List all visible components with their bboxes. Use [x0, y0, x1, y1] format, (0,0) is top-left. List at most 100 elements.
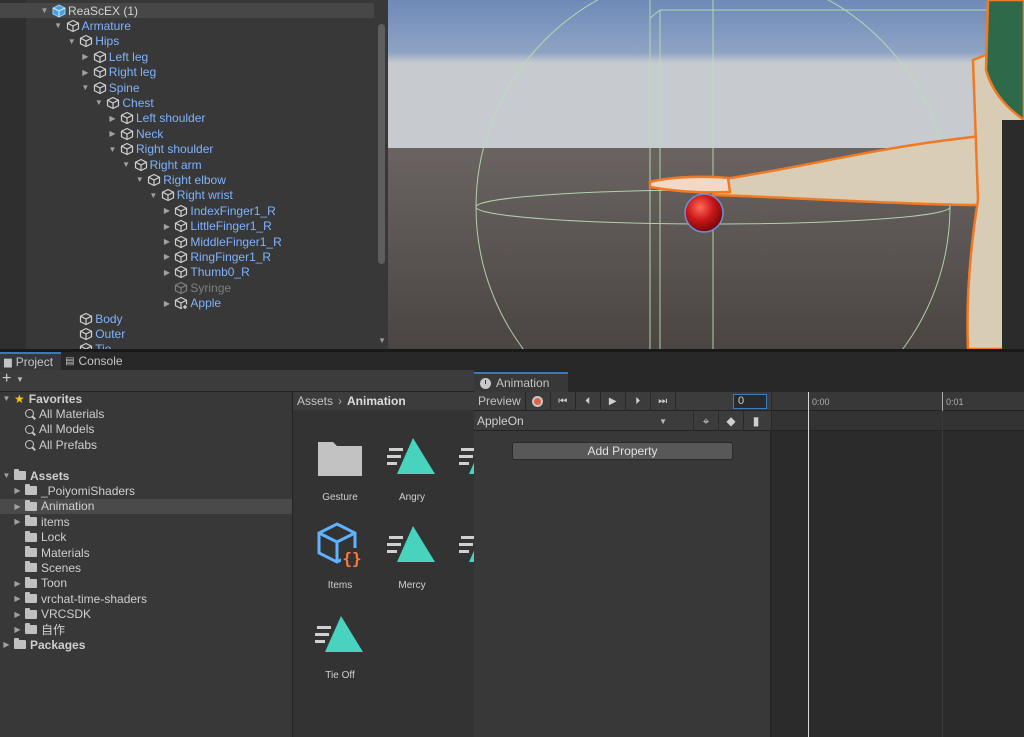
hierarchy-row[interactable]: Tie: [0, 342, 374, 349]
preview-toggle[interactable]: Preview: [474, 391, 526, 411]
tree-section[interactable]: ▶ Packages: [0, 637, 292, 652]
add-event-button[interactable]: ▮: [743, 411, 768, 431]
asset-tile[interactable]: Tie Off: [305, 610, 375, 681]
hierarchy-row[interactable]: ▶ MiddleFinger1_R: [0, 234, 374, 249]
hierarchy-row[interactable]: ▶ Apple: [0, 296, 374, 311]
tree-item[interactable]: ▶ Toon: [0, 576, 292, 591]
tree-item[interactable]: All Models: [0, 422, 292, 437]
tree-item[interactable]: Lock: [0, 530, 292, 545]
tab-project[interactable]: ▆ Project: [0, 352, 62, 370]
hierarchy-row[interactable]: ▶ Thumb0_R: [0, 265, 374, 280]
expand-arrow-closed-icon[interactable]: ▶: [162, 268, 171, 277]
tree-item[interactable]: Materials: [0, 545, 292, 560]
hierarchy-row[interactable]: ▼ Armature: [0, 18, 374, 33]
scroll-down-arrow-icon[interactable]: ▼: [378, 336, 386, 345]
hierarchy-row[interactable]: ▶ IndexFinger1_R: [0, 203, 374, 218]
frame-field[interactable]: 0: [733, 394, 767, 409]
add-keyframe-button[interactable]: ◆: [718, 411, 743, 431]
add-asset-button[interactable]: +: [2, 370, 11, 388]
hierarchy-row[interactable]: ▼ ReaScEX (1): [0, 3, 374, 18]
asset-tile[interactable]: Ou: [449, 520, 474, 591]
expand-arrow-icon[interactable]: ▶: [13, 502, 22, 511]
hierarchy-row[interactable]: ▼ Right wrist: [0, 188, 374, 203]
asset-tile[interactable]: Angry: [377, 432, 447, 503]
dopesheet-timeline[interactable]: 0:00 0:01: [772, 392, 1024, 737]
expand-arrow-open-icon[interactable]: ▼: [108, 145, 117, 154]
record-button[interactable]: [526, 391, 551, 411]
scene-view[interactable]: [388, 0, 1024, 349]
asset-tile[interactable]: Ap: [449, 432, 474, 503]
hierarchy-row[interactable]: ▼ Right shoulder: [0, 142, 374, 157]
next-key-button[interactable]: ⏵: [626, 391, 651, 411]
tree-item[interactable]: ▶ vrchat-time-shaders: [0, 591, 292, 606]
hierarchy-row[interactable]: ▼ Right arm: [0, 157, 374, 172]
hierarchy-row[interactable]: Syringe: [0, 280, 374, 295]
hierarchy-row[interactable]: Body: [0, 311, 374, 326]
hierarchy-row[interactable]: ▶ Left shoulder: [0, 111, 374, 126]
time-ruler[interactable]: 0:00 0:01: [772, 392, 1024, 411]
expand-arrow-closed-icon[interactable]: ▶: [162, 237, 171, 246]
hierarchy-row[interactable]: ▼ Spine: [0, 80, 374, 95]
playhead[interactable]: [808, 392, 809, 737]
hierarchy-row[interactable]: ▼ Chest: [0, 95, 374, 110]
breadcrumb-assets[interactable]: Assets: [297, 394, 333, 408]
expand-arrow-closed-icon[interactable]: ▶: [162, 222, 171, 231]
asset-tile[interactable]: Mercy: [377, 520, 447, 591]
expand-arrow-icon[interactable]: ▶: [13, 486, 22, 495]
hierarchy-row[interactable]: ▼ Hips: [0, 34, 374, 49]
hierarchy-scrollbar[interactable]: [378, 24, 385, 264]
expand-arrow-icon[interactable]: ▼: [2, 471, 11, 480]
expand-arrow-icon[interactable]: ▶: [13, 610, 22, 619]
tree-section[interactable]: ▼ Assets: [0, 468, 292, 483]
expand-arrow-open-icon[interactable]: ▼: [149, 191, 158, 200]
expand-arrow-closed-icon[interactable]: ▶: [108, 129, 117, 138]
hierarchy-row[interactable]: ▶ LittleFinger1_R: [0, 219, 374, 234]
expand-arrow-icon[interactable]: ▶: [2, 640, 11, 649]
first-key-button[interactable]: ⏮: [551, 391, 576, 411]
expand-arrow-open-icon[interactable]: ▼: [67, 37, 76, 46]
tree-item[interactable]: ▶ 自作: [0, 622, 292, 637]
expand-arrow-open-icon[interactable]: ▼: [135, 175, 144, 184]
prev-key-button[interactable]: ⏴: [576, 391, 601, 411]
tree-item[interactable]: All Prefabs: [0, 437, 292, 452]
expand-arrow-open-icon[interactable]: ▼: [94, 98, 103, 107]
expand-arrow-icon[interactable]: ▶: [13, 517, 22, 526]
expand-arrow-closed-icon[interactable]: ▶: [162, 299, 171, 308]
asset-tile[interactable]: {} Items: [305, 520, 375, 591]
tree-item[interactable]: ▶ VRCSDK: [0, 607, 292, 622]
tree-section[interactable]: ▼ ★ Favorites: [0, 391, 292, 406]
expand-arrow-open-icon[interactable]: ▼: [81, 83, 90, 92]
tab-animation[interactable]: Animation: [474, 372, 568, 392]
tree-item[interactable]: All Materials: [0, 406, 292, 421]
expand-arrow-closed-icon[interactable]: ▶: [81, 68, 90, 77]
expand-arrow-open-icon[interactable]: ▼: [40, 6, 49, 15]
expand-arrow-closed-icon[interactable]: ▶: [162, 206, 171, 215]
expand-arrow-closed-icon[interactable]: ▶: [162, 252, 171, 261]
filter-by-selection-button[interactable]: ⌖: [693, 411, 718, 431]
expand-arrow-closed-icon[interactable]: ▶: [108, 114, 117, 123]
clip-dropdown[interactable]: AppleOn ▼: [474, 411, 671, 431]
breadcrumb-animation[interactable]: Animation: [347, 394, 406, 408]
tree-item[interactable]: ▶ _PoiyomiShaders: [0, 483, 292, 498]
last-key-button[interactable]: ⏭: [651, 391, 676, 411]
add-dropdown-icon[interactable]: ▼: [16, 375, 24, 384]
hierarchy-row[interactable]: ▶ RingFinger1_R: [0, 249, 374, 264]
expand-arrow-open-icon[interactable]: ▼: [122, 160, 131, 169]
expand-arrow-icon[interactable]: ▶: [13, 579, 22, 588]
hierarchy-row[interactable]: ▶ Right leg: [0, 65, 374, 80]
tree-item[interactable]: Scenes: [0, 560, 292, 575]
asset-tile[interactable]: Gesture: [305, 432, 375, 503]
add-property-button[interactable]: Add Property: [512, 442, 733, 460]
expand-arrow-icon[interactable]: ▶: [13, 625, 22, 634]
hierarchy-row[interactable]: Outer: [0, 326, 374, 341]
tree-item[interactable]: ▶ Animation: [0, 498, 292, 514]
tab-console[interactable]: ▤ Console: [61, 352, 130, 370]
hierarchy-row[interactable]: ▶ Left leg: [0, 49, 374, 64]
expand-arrow-closed-icon[interactable]: ▶: [81, 52, 90, 61]
play-button[interactable]: ▶: [601, 391, 626, 411]
tree-item[interactable]: ▶ items: [0, 514, 292, 529]
hierarchy-row[interactable]: ▶ Neck: [0, 126, 374, 141]
expand-arrow-icon[interactable]: ▶: [13, 594, 22, 603]
expand-arrow-icon[interactable]: ▼: [2, 394, 11, 403]
hierarchy-row[interactable]: ▼ Right elbow: [0, 172, 374, 187]
